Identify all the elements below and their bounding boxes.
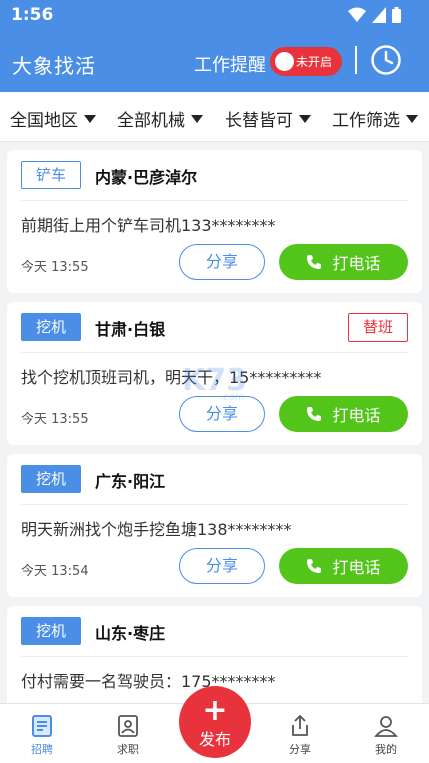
publish-label: 发布: [198, 730, 231, 749]
status-bar: 1:56: [0, 0, 429, 32]
app-title: 大象找活: [12, 54, 96, 78]
battery-icon: [392, 7, 401, 23]
call-button[interactable]: 打电话: [279, 244, 408, 280]
id-card-icon: [118, 715, 138, 737]
share-icon: [292, 714, 308, 736]
phone-icon: [307, 559, 322, 573]
filter-work[interactable]: 工作筛选: [332, 106, 418, 131]
machine-tag: 挖机: [21, 617, 82, 645]
tab-mine[interactable]: 我的: [356, 714, 416, 757]
tab-recruit[interactable]: 招聘: [12, 714, 72, 757]
work-reminder-toggle[interactable]: 未开启: [270, 47, 342, 76]
substitute-tag: 替班: [347, 313, 408, 342]
tab-job-seek-label: 求职: [117, 743, 139, 756]
card-divider: [21, 504, 408, 505]
card-divider: [21, 200, 408, 201]
share-button[interactable]: 分享: [179, 244, 265, 280]
status-icons: [348, 7, 401, 23]
phone-icon: [307, 255, 322, 269]
post-time: 今天 13:54: [21, 564, 89, 579]
card-divider: [21, 656, 408, 657]
toggle-knob: [275, 52, 294, 71]
filter-region-label: 全国地区: [10, 111, 78, 131]
card-divider: [21, 352, 408, 353]
job-description: 找个挖机顶班司机，明天干，15*********: [21, 368, 322, 387]
filter-bar: 全国地区 全部机械 长替皆可 工作筛选: [0, 92, 429, 142]
user-icon: [374, 716, 398, 737]
machine-tag: 挖机: [21, 313, 82, 341]
job-location: 内蒙·巴彦淖尔: [95, 168, 198, 187]
job-location: 甘肃·白银: [95, 320, 166, 339]
publish-button[interactable]: + 发布: [179, 686, 251, 758]
call-label: 打电话: [332, 558, 381, 577]
plus-icon: +: [202, 693, 228, 728]
phone-icon: [307, 407, 322, 421]
job-description: 前期街上用个铲车司机133********: [21, 216, 276, 235]
job-location: 广东·阳江: [95, 472, 166, 491]
share-button[interactable]: 分享: [179, 548, 265, 584]
job-description: 明天新洲找个炮手挖鱼塘138********: [21, 520, 292, 539]
status-time: 1:56: [11, 5, 54, 25]
filter-term-label: 长替皆可: [225, 111, 293, 131]
machine-tag: 铲车: [21, 161, 82, 189]
caret-down-icon: [406, 114, 418, 123]
job-description: 付村需要一名驾驶员：175********: [21, 672, 276, 691]
call-button[interactable]: 打电话: [279, 548, 408, 584]
filter-region[interactable]: 全国地区: [10, 106, 96, 131]
job-card[interactable]: 挖机 广东·阳江 明天新洲找个炮手挖鱼塘138******** 今天 13:54…: [7, 454, 422, 597]
watermark-logo: K73 .com: [182, 363, 247, 402]
wifi-icon: [348, 7, 366, 22]
machine-tag: 挖机: [21, 465, 82, 493]
job-card[interactable]: 铲车 内蒙·巴彦淖尔 前期街上用个铲车司机133******** 今天 13:5…: [7, 150, 422, 293]
tab-recruit-label: 招聘: [31, 743, 53, 756]
toggle-label: 未开启: [296, 55, 333, 69]
call-label: 打电话: [332, 254, 381, 273]
caret-down-icon: [191, 114, 203, 123]
tab-mine-label: 我的: [375, 743, 397, 756]
caret-down-icon: [299, 114, 311, 123]
clock-icon[interactable]: [370, 44, 402, 76]
svg-text:.com: .com: [220, 392, 245, 402]
filter-machinery-label: 全部机械: [117, 111, 185, 131]
app-header: 大象找活 工作提醒 未开启: [0, 32, 429, 92]
header-divider: [355, 46, 357, 74]
post-time: 今天 13:55: [21, 412, 89, 427]
work-reminder-label: 工作提醒: [194, 55, 266, 76]
tab-share[interactable]: 分享: [270, 714, 330, 757]
filter-term[interactable]: 长替皆可: [225, 106, 311, 131]
post-time: 今天 13:55: [21, 260, 89, 275]
tab-job-seek[interactable]: 求职: [98, 714, 158, 757]
document-icon: [32, 715, 52, 737]
call-label: 打电话: [332, 406, 381, 425]
signal-icon: [372, 7, 386, 23]
filter-work-label: 工作筛选: [332, 111, 400, 131]
call-button[interactable]: 打电话: [279, 396, 408, 432]
filter-machinery[interactable]: 全部机械: [117, 106, 203, 131]
tab-share-label: 分享: [289, 743, 311, 756]
job-location: 山东·枣庄: [95, 624, 166, 643]
caret-down-icon: [84, 114, 96, 123]
